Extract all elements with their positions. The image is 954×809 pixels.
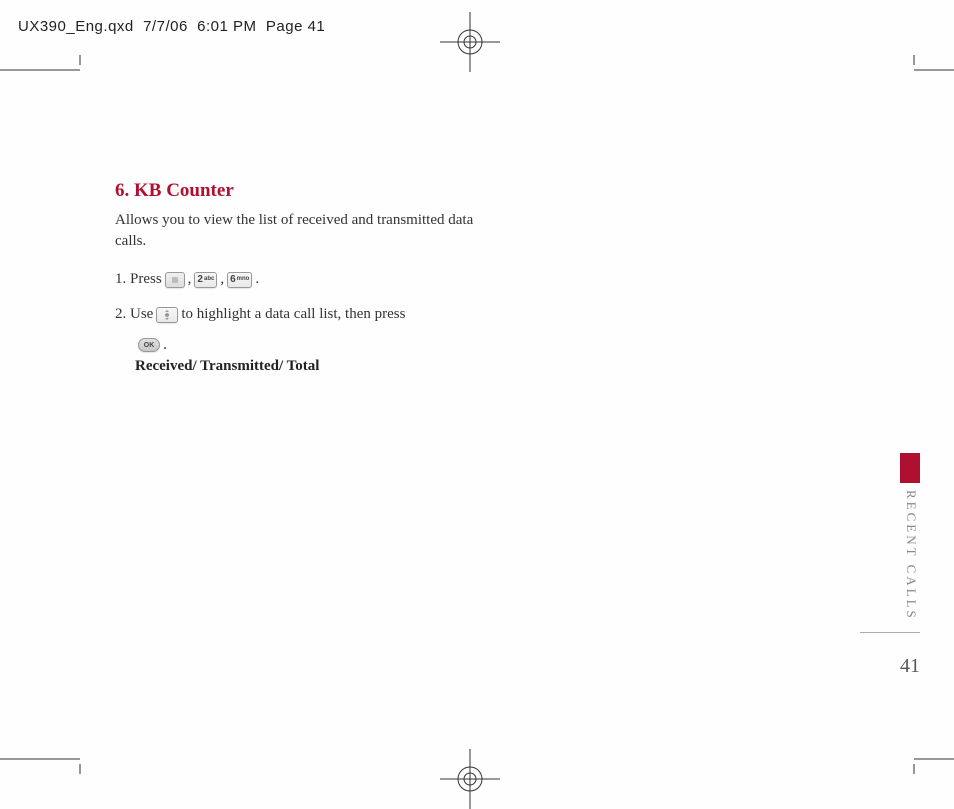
step-1-prefix: 1. Press bbox=[115, 266, 162, 293]
registration-mark-top-icon bbox=[440, 12, 500, 72]
section-tab-marker bbox=[900, 453, 920, 483]
header-date: 7/7/06 bbox=[143, 18, 188, 35]
page-number: 41 bbox=[900, 655, 920, 678]
header-filename: UX390_Eng.qxd bbox=[18, 18, 134, 35]
step-1-end: . bbox=[255, 266, 259, 293]
step-2-prefix: 2. Use bbox=[115, 301, 153, 328]
crop-mark-icon bbox=[904, 55, 954, 85]
crop-mark-icon bbox=[0, 55, 90, 85]
main-content: 6. KB Counter Allows you to view the lis… bbox=[115, 180, 495, 375]
step-1: 1. Press , 2abc , 6mno . bbox=[115, 266, 495, 293]
step-2-end: . bbox=[163, 336, 167, 354]
nav-key-icon bbox=[156, 307, 178, 323]
step-1-sep1: , bbox=[188, 266, 192, 293]
key-6-mno-icon: 6mno bbox=[227, 272, 252, 288]
section-title: 6. KB Counter bbox=[115, 180, 495, 202]
ok-key-icon: OK bbox=[138, 338, 160, 352]
crop-mark-icon bbox=[0, 744, 90, 774]
options-list: Received/ Transmitted/ Total bbox=[135, 358, 495, 375]
step-2-mid: to highlight a data call list, then pres… bbox=[181, 301, 405, 328]
key-2-abc-icon: 2abc bbox=[194, 272, 217, 288]
side-divider bbox=[860, 632, 920, 633]
crop-mark-icon bbox=[904, 744, 954, 774]
section-side-label: RECENT CALLS bbox=[903, 490, 919, 621]
header-page: Page 41 bbox=[266, 18, 325, 35]
step-2: 2. Use to highlight a data call list, th… bbox=[115, 301, 495, 328]
softkey-icon bbox=[165, 272, 185, 288]
print-header: UX390_Eng.qxd 7/7/06 6:01 PM Page 41 bbox=[18, 18, 325, 35]
step-1-sep2: , bbox=[220, 266, 224, 293]
registration-mark-bottom-icon bbox=[440, 749, 500, 809]
header-time: 6:01 PM bbox=[197, 18, 256, 35]
step-2-continued: OK . bbox=[135, 336, 495, 354]
section-description: Allows you to view the list of received … bbox=[115, 210, 495, 252]
